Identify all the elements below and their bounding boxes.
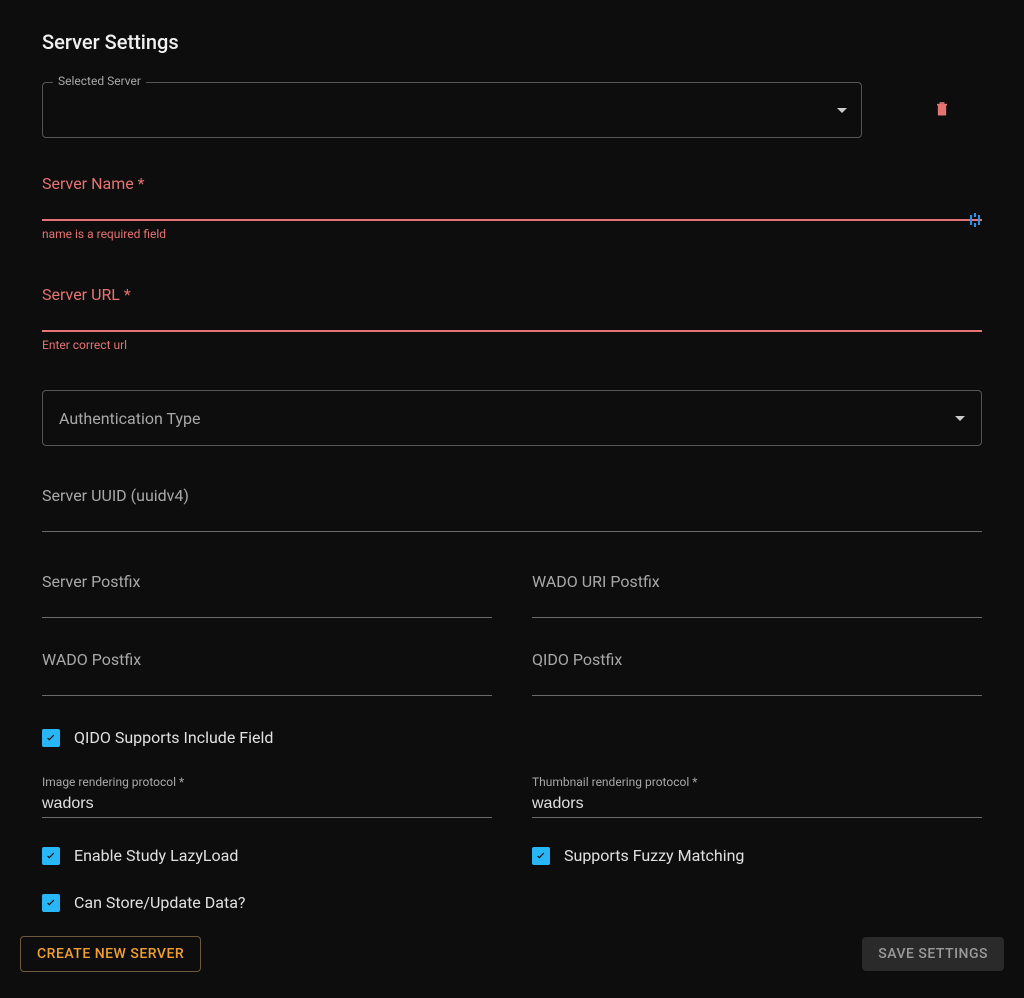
wado-postfix-field: WADO Postfix [42,650,492,696]
image-protocol-input[interactable] [42,793,492,818]
qido-include-checkbox[interactable] [42,729,60,747]
qido-include-label: QIDO Supports Include Field [74,728,273,747]
server-url-input[interactable] [42,306,982,332]
wado-uri-postfix-label: WADO URI Postfix [532,572,982,591]
thumb-protocol-input[interactable] [532,793,982,818]
wado-uri-postfix-input[interactable] [532,593,982,618]
chevron-down-icon [955,416,965,421]
server-name-error: name is a required field [42,227,982,241]
server-postfix-label: Server Postfix [42,572,492,591]
selected-server-label: Selected Server [53,74,146,88]
fuzzy-matching-label: Supports Fuzzy Matching [564,846,744,865]
save-settings-button[interactable]: Save Settings [862,937,1004,971]
trash-icon [932,97,952,119]
can-store-row: Can Store/Update Data? [42,893,982,912]
image-protocol-label: Image rendering protocol * [42,775,492,789]
wado-postfix-label: WADO Postfix [42,650,492,669]
server-name-field: Server Name * name is a required field [42,174,982,241]
qido-include-row: QIDO Supports Include Field [42,728,982,747]
wado-postfix-input[interactable] [42,671,492,696]
auth-type-label: Authentication Type [59,409,201,428]
server-url-label: Server URL * [42,285,982,304]
enable-lazyload-row: Enable Study LazyLoad [42,846,492,865]
fuzzy-matching-row: Supports Fuzzy Matching [532,846,982,865]
qido-postfix-input[interactable] [532,671,982,696]
delete-server-button[interactable] [932,97,952,123]
check-icon [44,896,58,910]
check-icon [44,731,58,745]
check-icon [534,849,548,863]
selected-server-select[interactable]: Selected Server [42,82,862,138]
server-postfix-field: Server Postfix [42,572,492,618]
enable-lazyload-label: Enable Study LazyLoad [74,846,238,865]
server-url-error: Enter correct url [42,338,982,352]
server-url-field: Server URL * Enter correct url [42,285,982,352]
text-cursor-icon [970,213,982,231]
qido-postfix-label: QIDO Postfix [532,650,982,669]
server-uuid-label: Server UUID (uuidv4) [42,486,982,505]
create-new-server-button[interactable]: Create New Server [20,936,201,972]
server-postfix-input[interactable] [42,593,492,618]
qido-postfix-field: QIDO Postfix [532,650,982,696]
server-name-input[interactable] [42,195,982,221]
server-uuid-field: Server UUID (uuidv4) [42,486,982,532]
server-uuid-input[interactable] [42,507,982,532]
server-name-label: Server Name * [42,174,982,193]
page-title: Server Settings [42,30,1002,54]
fuzzy-matching-checkbox[interactable] [532,847,550,865]
image-protocol-field: Image rendering protocol * [42,775,492,818]
can-store-label: Can Store/Update Data? [74,893,245,912]
check-icon [44,849,58,863]
chevron-down-icon [837,108,847,113]
thumb-protocol-field: Thumbnail rendering protocol * [532,775,982,818]
thumb-protocol-label: Thumbnail rendering protocol * [532,775,982,789]
can-store-checkbox[interactable] [42,894,60,912]
wado-uri-postfix-field: WADO URI Postfix [532,572,982,618]
auth-type-select[interactable]: Authentication Type [42,390,982,446]
enable-lazyload-checkbox[interactable] [42,847,60,865]
